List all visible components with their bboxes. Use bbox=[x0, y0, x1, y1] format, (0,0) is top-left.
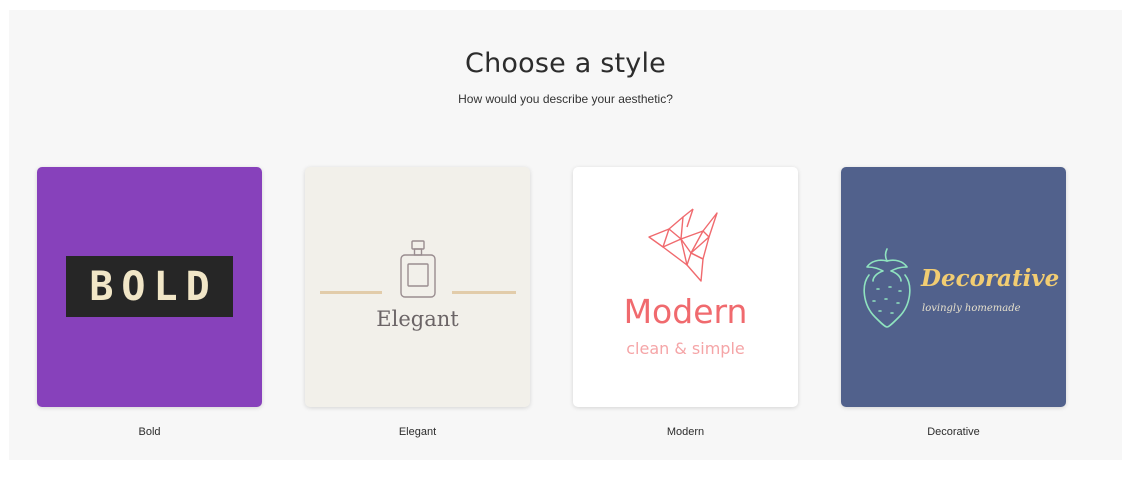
style-card-decorative[interactable]: Decorative lovingly homemade bbox=[841, 167, 1066, 407]
page-title: Choose a style bbox=[465, 48, 666, 79]
bold-logo-text: BOLD bbox=[89, 263, 218, 310]
style-label-decorative[interactable]: Decorative bbox=[841, 426, 1066, 438]
decorative-tagline: lovingly homemade bbox=[922, 303, 1021, 314]
modern-logo-text: Modern bbox=[623, 292, 748, 331]
style-card-elegant[interactable]: Elegant bbox=[305, 167, 530, 407]
strawberry-icon bbox=[863, 248, 911, 328]
style-card-bold[interactable]: BOLD bbox=[37, 167, 262, 407]
elegant-divider-left bbox=[320, 291, 382, 294]
page-subtitle: How would you describe your aesthetic? bbox=[458, 92, 673, 106]
perfume-bottle-icon bbox=[400, 240, 436, 298]
modern-tagline: clean & simple bbox=[626, 339, 745, 358]
style-label-elegant[interactable]: Elegant bbox=[305, 426, 530, 438]
bold-logo-block: BOLD bbox=[66, 256, 233, 317]
elegant-logo-text: Elegant bbox=[376, 307, 459, 331]
decorative-logo-text: Decorative bbox=[921, 265, 1060, 292]
origami-bird-icon bbox=[648, 208, 718, 282]
style-card-modern[interactable]: Modern clean & simple bbox=[573, 167, 798, 407]
style-label-modern[interactable]: Modern bbox=[573, 426, 798, 438]
style-chooser-panel: Choose a style How would you describe yo… bbox=[9, 10, 1122, 460]
elegant-divider-right bbox=[452, 291, 516, 294]
style-label-bold[interactable]: Bold bbox=[37, 426, 262, 438]
